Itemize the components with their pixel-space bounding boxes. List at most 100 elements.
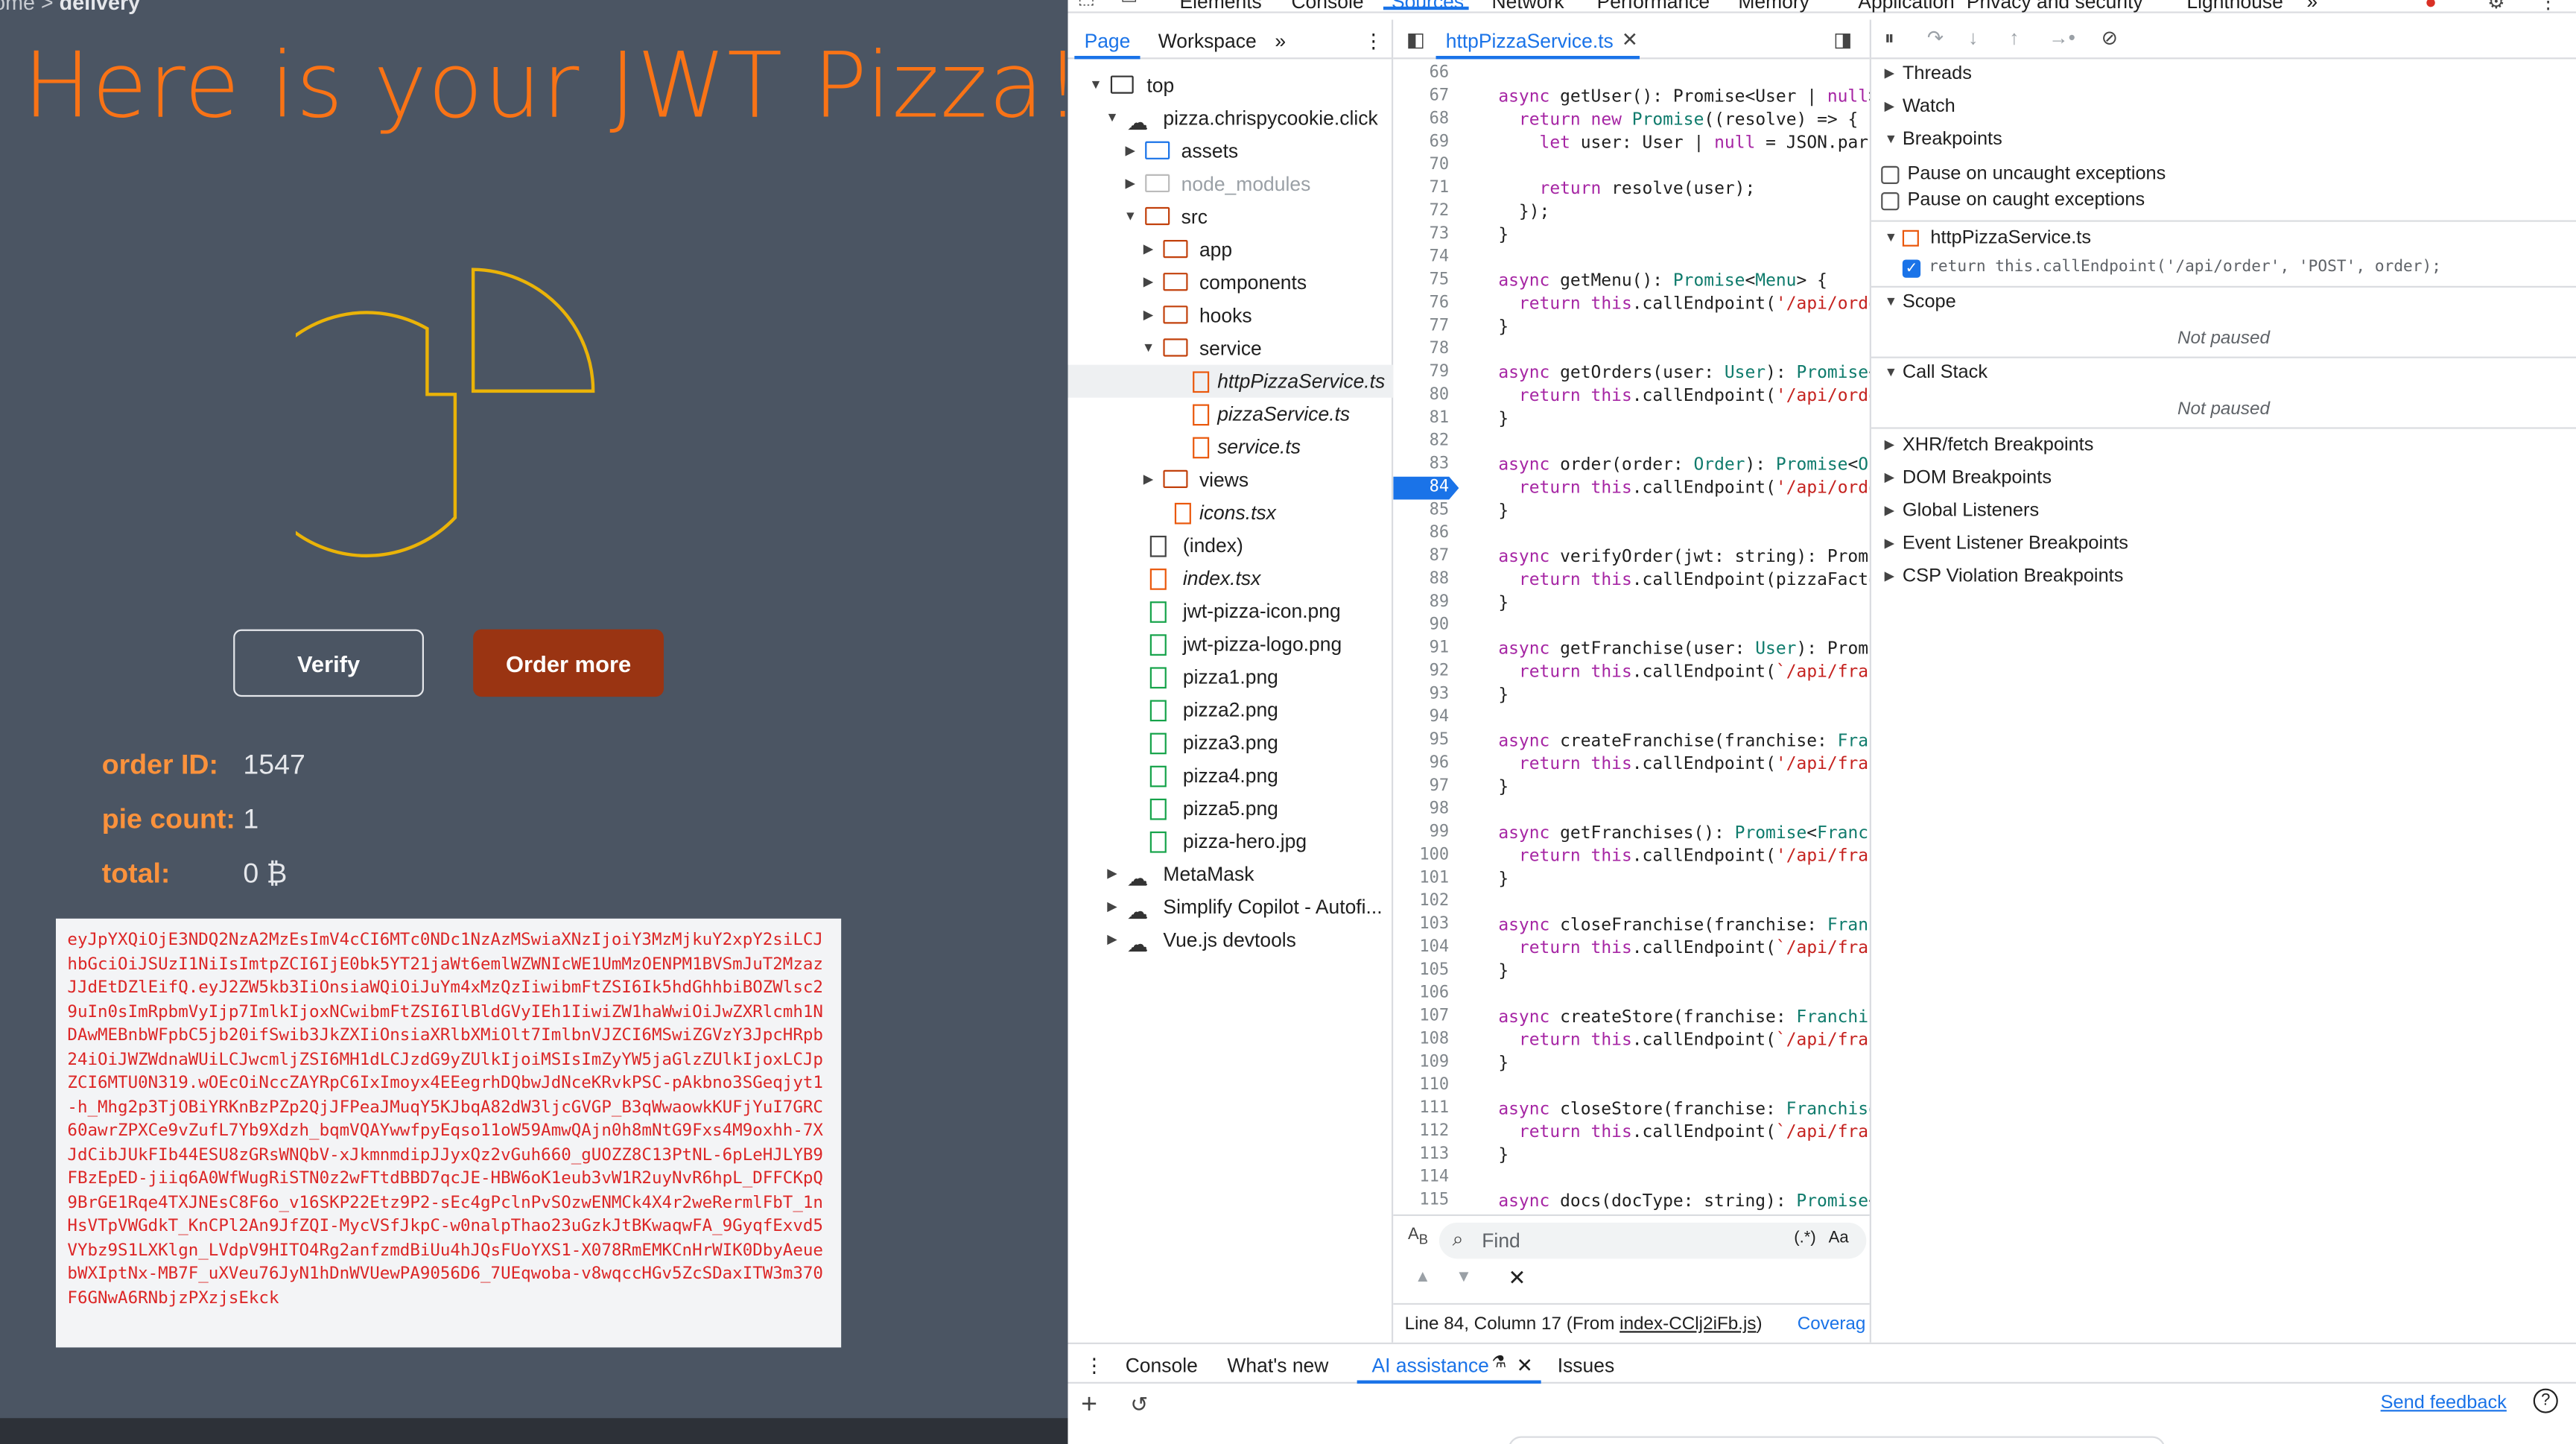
line-number[interactable]: 89 (1393, 592, 1450, 615)
section-dom-breakpoints[interactable]: ▶ DOM Breakpoints (1871, 462, 2576, 495)
tree-item-image[interactable]: pizza5.png (1149, 792, 1393, 825)
tree-item-httppizzaservice[interactable]: httpPizzaService.ts (1067, 364, 1394, 398)
tree-item-domain[interactable]: ▼ ☁ pizza.chrispycookie.click (1104, 102, 1393, 134)
line-number[interactable]: 97 (1393, 776, 1450, 799)
line-number[interactable]: 73 (1393, 224, 1450, 247)
tree-item-top[interactable]: ▼ top (1088, 69, 1393, 102)
line-number[interactable]: 99 (1393, 822, 1450, 845)
verify-button[interactable]: Verify (233, 629, 424, 697)
match-case-icon[interactable]: AB (1408, 1226, 1428, 1247)
tree-item-image[interactable]: pizza2.png (1149, 694, 1393, 726)
line-number[interactable]: 78 (1393, 338, 1450, 361)
line-number[interactable]: 85 (1393, 499, 1450, 522)
send-feedback-link[interactable]: Send feedback (2381, 1393, 2507, 1413)
line-number[interactable]: 105 (1393, 960, 1449, 983)
help-icon[interactable]: ? (2533, 1388, 2558, 1413)
line-number[interactable]: 87 (1393, 545, 1450, 569)
section-scope[interactable]: ▼ Scope (1871, 286, 2576, 319)
ai-prompt-area[interactable] (1508, 1436, 2166, 1444)
line-number[interactable]: 90 (1393, 615, 1450, 638)
line-number[interactable]: 106 (1393, 983, 1449, 1006)
tab-network[interactable]: Network (1492, 0, 1564, 13)
section-call-stack[interactable]: ▼ Call Stack (1871, 357, 2576, 390)
tree-item-hooks[interactable]: ▶ hooks (1141, 299, 1394, 332)
line-number[interactable]: 94 (1393, 706, 1450, 729)
line-number[interactable]: 88 (1393, 569, 1450, 592)
pause-caught-checkbox[interactable] (1881, 192, 1900, 211)
line-number[interactable]: 66 (1393, 63, 1450, 86)
previous-match-icon[interactable]: ▲ (1415, 1269, 1431, 1287)
close-icon[interactable]: ✕ (1517, 1354, 1533, 1377)
tree-item-app[interactable]: ▶ app (1141, 233, 1394, 266)
drawer-tab-issues[interactable]: Issues (1558, 1354, 1614, 1377)
line-number[interactable]: 84 (1393, 477, 1450, 500)
drawer-tab-ai-assistance[interactable]: AI assistance (1372, 1354, 1489, 1377)
tree-item-image[interactable]: pizza-hero.jpg (1149, 825, 1393, 858)
toggle-debugger-icon[interactable]: ◨ (1833, 28, 1852, 51)
line-number[interactable]: 111 (1393, 1098, 1449, 1121)
line-number[interactable]: 74 (1393, 247, 1450, 270)
line-number[interactable]: 100 (1393, 845, 1449, 868)
line-number[interactable]: 95 (1393, 729, 1450, 753)
tree-item-assets[interactable]: ▶ assets (1122, 135, 1393, 168)
tree-item-image[interactable]: jwt-pizza-icon.png (1149, 595, 1393, 627)
line-number[interactable]: 82 (1393, 431, 1450, 454)
line-number[interactable]: 112 (1393, 1121, 1449, 1144)
error-badge-icon[interactable]: ● (2425, 0, 2437, 13)
tab-performance[interactable]: Performance (1597, 0, 1710, 13)
breadcrumb-prefix[interactable]: ome > (0, 0, 54, 15)
tab-elements[interactable]: Elements (1179, 0, 1261, 13)
case-toggle[interactable]: Aa (1829, 1229, 1849, 1247)
step-over-icon[interactable]: ↷ (1927, 26, 1944, 49)
tree-item-service-ts[interactable]: service.ts (1193, 431, 1393, 463)
section-event-listener-breakpoints[interactable]: ▶ Event Listener Breakpoints (1871, 528, 2576, 560)
more-tabs-icon[interactable]: » (2306, 0, 2318, 13)
navigator-menu-icon[interactable]: ⋮ (1363, 30, 1383, 53)
line-number[interactable]: 79 (1393, 361, 1450, 384)
tab-workspace[interactable]: Workspace (1158, 30, 1257, 53)
editor-tab-httppizzaservice[interactable]: httpPizzaService.ts (1446, 30, 1614, 53)
line-number[interactable]: 98 (1393, 799, 1450, 822)
regex-toggle[interactable]: (.*) (1794, 1229, 1815, 1247)
line-number[interactable]: 96 (1393, 753, 1450, 776)
line-number[interactable]: 109 (1393, 1051, 1449, 1074)
find-input[interactable]: ⌕ Find (.*) Aa (1438, 1222, 1867, 1259)
line-number[interactable]: 76 (1393, 293, 1450, 316)
line-number[interactable]: 108 (1393, 1029, 1449, 1052)
section-breakpoints[interactable]: ▼ Breakpoints (1871, 123, 2576, 156)
tree-item-service[interactable]: ▼ service (1141, 332, 1394, 364)
line-number[interactable]: 70 (1393, 154, 1450, 177)
line-number[interactable]: 71 (1393, 177, 1450, 200)
line-number[interactable]: 103 (1393, 913, 1449, 937)
tab-memory[interactable]: Memory (1738, 0, 1809, 13)
line-number[interactable]: 102 (1393, 890, 1449, 913)
tree-item-extension[interactable]: ▶ ☁ Vue.js devtools (1104, 923, 1393, 956)
line-number[interactable]: 110 (1393, 1074, 1449, 1098)
tree-item-index[interactable]: (index) (1149, 529, 1393, 562)
deactivate-breakpoints-icon[interactable]: ⊘ (2101, 26, 2118, 49)
line-number[interactable]: 72 (1393, 200, 1450, 224)
close-find-icon[interactable]: ✕ (1509, 1265, 1526, 1291)
line-number[interactable]: 81 (1393, 408, 1450, 431)
line-number[interactable]: 93 (1393, 683, 1450, 706)
line-number[interactable]: 107 (1393, 1006, 1449, 1029)
tab-page[interactable]: Page (1085, 30, 1131, 53)
line-number[interactable]: 104 (1393, 937, 1449, 960)
tree-item-node-modules[interactable]: ▶ node_modules (1122, 168, 1393, 200)
drawer-tab-whats-new[interactable]: What's new (1227, 1354, 1328, 1377)
tree-item-src[interactable]: ▼ src (1122, 200, 1393, 233)
breakpoint-checkbox[interactable]: ✓ (1902, 259, 1921, 278)
tree-item-index-tsx[interactable]: index.tsx (1149, 562, 1393, 595)
tab-lighthouse[interactable]: Lighthouse (2186, 0, 2282, 13)
line-number[interactable]: 92 (1393, 661, 1450, 684)
tree-item-extension[interactable]: ▶ ☁ MetaMask (1104, 858, 1393, 890)
line-number[interactable]: 113 (1393, 1144, 1449, 1167)
source-map-link[interactable]: index-CClj2iFb.js (1619, 1314, 1756, 1334)
line-number[interactable]: 75 (1393, 270, 1450, 293)
kebab-menu-icon[interactable]: ⋮ (2538, 0, 2557, 13)
device-toggle-icon[interactable]: ▭ (1120, 0, 1138, 8)
line-number[interactable]: 67 (1393, 86, 1450, 109)
line-number[interactable]: 91 (1393, 638, 1450, 661)
line-number[interactable]: 114 (1393, 1167, 1449, 1190)
line-number[interactable]: 68 (1393, 109, 1450, 132)
